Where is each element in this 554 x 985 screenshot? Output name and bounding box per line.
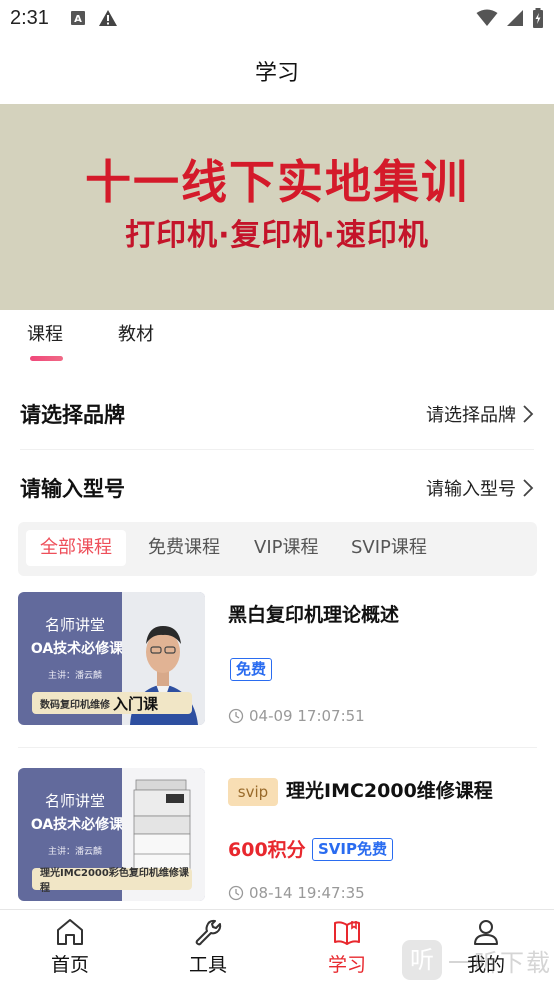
- course-thumbnail: 名师讲堂 OA技术必修课 主讲：潘云麟 数码复印机维修 入门课: [18, 592, 205, 725]
- clock-icon: [228, 885, 244, 901]
- banner-subheadline: 打印机·复印机·速印机: [125, 218, 429, 253]
- clock-icon: [228, 708, 244, 724]
- course-time: 04-09 17:07:51: [228, 707, 365, 725]
- model-label: 请输入型号: [20, 477, 125, 501]
- nav-label: 首页: [50, 954, 89, 976]
- status-right-icons: [476, 8, 544, 28]
- nav-label: 学习: [327, 954, 366, 976]
- course-time-text: 08-14 19:47:35: [249, 884, 365, 902]
- site-watermark: 听 一听下载: [402, 940, 552, 980]
- active-tab-indicator: [30, 356, 63, 361]
- nav-item-study[interactable]: 学习: [307, 918, 387, 977]
- watermark-text: 一听下载: [448, 948, 552, 977]
- open-book-icon: [334, 921, 360, 945]
- page-title: 学习: [254, 61, 299, 86]
- status-left-icons: A: [70, 9, 118, 27]
- thumbnail-lecturer: 主讲：潘云麟: [47, 671, 102, 681]
- status-time: 2:31: [10, 7, 49, 29]
- signal-icon: [507, 10, 523, 26]
- thumbnail-series: 名师讲堂: [44, 792, 105, 810]
- course-thumbnail: 名师讲堂 OA技术必修课 主讲：潘云麟 理光IMC2000彩色复印机维修课程: [18, 768, 205, 901]
- course-filter-bar: 全部课程 免费课程 VIP课程 SVIP课程: [18, 522, 537, 576]
- model-picker[interactable]: 请输入型号: [426, 475, 534, 501]
- course-list-item[interactable]: 名师讲堂 OA技术必修课 主讲：潘云麟 理光IMC2000彩色复印机维修课程 s…: [18, 768, 537, 918]
- thumbnail-ribbon-highlight: 入门课: [113, 694, 159, 713]
- wrench-icon: [195, 919, 222, 946]
- brand-selector-row[interactable]: 请选择品牌 请选择品牌: [20, 378, 534, 450]
- free-badge: 免费: [230, 658, 273, 681]
- thumbnail-ribbon: 数码复印机维修 入门课: [32, 692, 192, 714]
- filter-vip-courses[interactable]: VIP课程: [240, 530, 332, 566]
- wifi-icon: [476, 9, 498, 26]
- filter-svip-courses[interactable]: SVIP课程: [337, 530, 441, 566]
- thumbnail-ribbon: 理光IMC2000彩色复印机维修课程: [32, 868, 192, 894]
- watermark-badge: 听: [402, 940, 442, 980]
- nav-item-tools[interactable]: 工具: [168, 918, 248, 977]
- thumbnail-headline: OA技术必修课: [30, 817, 124, 833]
- course-time-text: 04-09 17:07:51: [249, 707, 365, 725]
- content-tabs: 课程 教材: [0, 312, 554, 374]
- filter-all-courses[interactable]: 全部课程: [26, 530, 126, 566]
- course-list-item[interactable]: 名师讲堂 OA技术必修课 主讲：潘云麟 数码复印机维修 入门课 黑白复印机理论概…: [18, 592, 537, 748]
- brand-picker[interactable]: 请选择品牌: [426, 401, 534, 427]
- course-title[interactable]: 理光IMC2000维修课程: [286, 776, 493, 803]
- svg-text:A: A: [74, 14, 82, 25]
- title-bar: 学习: [0, 38, 554, 104]
- thumbnail-ribbon-text: 数码复印机维修: [40, 699, 110, 711]
- svip-badge: svip: [228, 778, 278, 806]
- thumbnail-lecturer: 主讲：潘云麟: [47, 847, 102, 857]
- svip-free-badge: SVIP免费: [312, 838, 393, 861]
- promo-banner[interactable]: 十一线下实地集训 打印机·复印机·速印机: [0, 104, 554, 310]
- model-picker-value: 请输入型号: [426, 479, 516, 500]
- chevron-right-icon: [523, 479, 534, 497]
- banner-headline: 十一线下实地集训: [85, 155, 469, 209]
- status-bar: 2:31 A: [0, 0, 554, 38]
- warning-icon: [99, 10, 117, 26]
- tab-material[interactable]: 教材: [118, 320, 154, 346]
- course-time: 08-14 19:47:35: [228, 884, 365, 902]
- tab-course[interactable]: 课程: [27, 320, 63, 346]
- brand-picker-value: 请选择品牌: [426, 404, 516, 426]
- model-input-row[interactable]: 请输入型号 请输入型号: [20, 452, 534, 524]
- thumbnail-series: 名师讲堂: [44, 616, 105, 634]
- nav-label: 工具: [188, 954, 227, 976]
- course-price: 600积分: [228, 839, 306, 861]
- nav-item-home[interactable]: 首页: [30, 918, 110, 977]
- chevron-right-icon: [523, 404, 534, 423]
- filter-free-courses[interactable]: 免费课程: [134, 530, 234, 566]
- brand-label: 请选择品牌: [20, 402, 125, 427]
- keyboard-a-icon: A: [71, 11, 85, 25]
- thumbnail-headline: OA技术必修课: [30, 641, 124, 657]
- battery-charging-icon: [533, 8, 543, 28]
- thumbnail-ribbon-text: 理光IMC2000彩色复印机维修课程: [40, 868, 189, 894]
- home-icon: [57, 919, 83, 945]
- course-title[interactable]: 黑白复印机理论概述: [228, 600, 399, 627]
